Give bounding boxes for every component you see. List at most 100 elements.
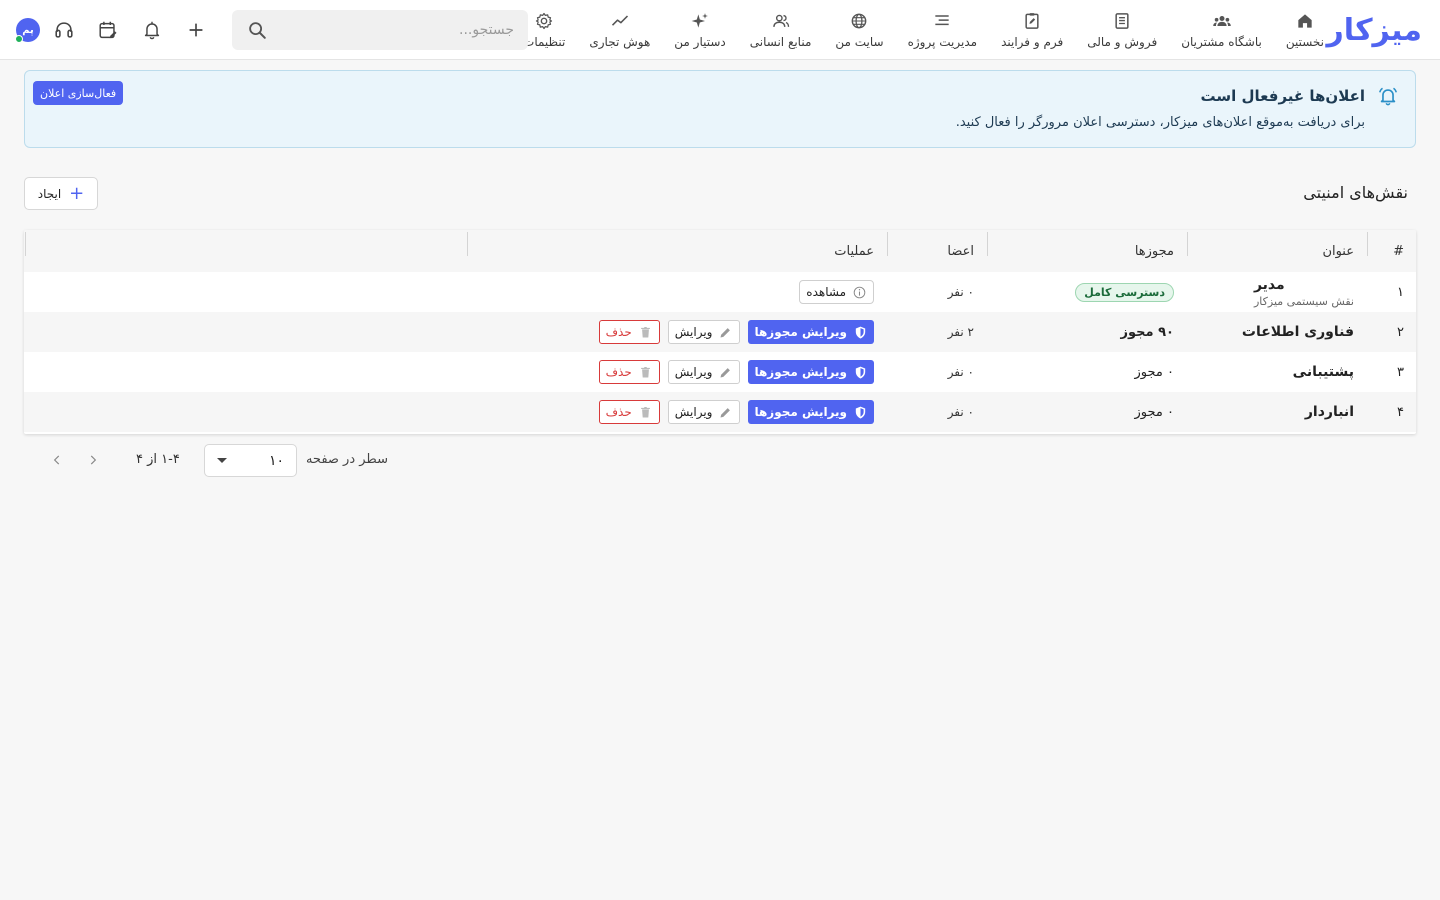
create-button[interactable]: + ایجاد — [24, 177, 98, 210]
trash-icon — [640, 366, 650, 377]
header-members: اعضا — [947, 243, 974, 259]
calendar-button[interactable] — [94, 16, 122, 44]
search-input[interactable] — [278, 22, 514, 38]
nav-label: منابع انسانی — [749, 35, 812, 49]
alert-title: اعلان‌ها غیرفعال است — [1200, 87, 1365, 105]
shield-icon — [855, 366, 866, 378]
ledger-icon — [1115, 13, 1129, 29]
nav-item-bi[interactable]: هوش تجاری — [577, 0, 662, 60]
header-title: عنوان — [1322, 243, 1354, 259]
pencil-icon — [720, 407, 731, 417]
nav-label: فروش و مالی — [1087, 35, 1158, 49]
rows-per-page-select[interactable]: ۱۰ — [204, 444, 297, 477]
rows-per-page-label: سطر در صفحه — [305, 452, 388, 467]
chevron-left-icon — [53, 455, 60, 465]
edit-label: ویرایش — [674, 365, 713, 379]
nav-label: باشگاه مشتریان — [1181, 35, 1262, 49]
notifications-button[interactable] — [138, 16, 166, 44]
search-box[interactable] — [232, 10, 528, 50]
nav-item-assistant[interactable]: دستیار من — [662, 0, 737, 60]
edit-button[interactable]: ویرایش — [667, 400, 741, 424]
row-index: ۱ — [1397, 284, 1404, 300]
table-row: ۲ فناوری اطلاعات ۹۰ مجوز ۲ نفر ویرایش مج… — [24, 312, 1416, 352]
chevron-down-icon — [217, 458, 227, 463]
column-divider — [467, 232, 468, 256]
headset-icon — [55, 22, 73, 38]
add-button[interactable] — [182, 16, 210, 44]
row-operations: ویرایش مجوزها ویرایش حذف — [598, 312, 874, 352]
row-index: ۲ — [1397, 324, 1404, 340]
nav-label: دستیار من — [674, 35, 726, 49]
trash-icon — [640, 326, 650, 337]
shield-icon — [855, 406, 866, 418]
notification-alert: اعلان‌ها غیرفعال است برای دریافت به‌موقع… — [24, 70, 1416, 148]
role-subtitle: نقش سیستمی میزکار — [1253, 294, 1354, 308]
trash-icon — [640, 406, 650, 417]
chevron-right-icon — [90, 455, 97, 465]
nav-item-projects[interactable]: مدیریت پروژه — [896, 0, 989, 60]
shield-icon — [855, 326, 866, 338]
globe-icon — [852, 13, 867, 29]
nav-item-hr[interactable]: منابع انسانی — [738, 0, 824, 60]
row-members: ۲ نفر — [947, 325, 974, 339]
plus-icon: + — [69, 182, 85, 204]
column-divider — [987, 232, 988, 256]
delete-button[interactable]: حذف — [598, 320, 660, 344]
header-operations: عملیات — [834, 243, 874, 259]
gear-icon — [536, 12, 553, 30]
delete-button[interactable]: حذف — [598, 360, 660, 384]
row-members: ۰ نفر — [947, 285, 974, 299]
prev-page-button[interactable] — [83, 450, 103, 470]
plus-icon — [189, 23, 203, 37]
column-divider — [1367, 232, 1368, 256]
create-label: ایجاد — [37, 186, 62, 201]
table-row: ۳ پشتیبانی ۰ مجوز ۰ نفر ویرایش مجوزها وی… — [24, 352, 1416, 392]
bell-ringing-icon — [1379, 87, 1397, 106]
role-name: پشتیبانی — [1292, 364, 1354, 380]
nav-item-forms[interactable]: فرم و فرایند — [989, 0, 1075, 60]
delete-button[interactable]: حذف — [598, 400, 660, 424]
edit-permissions-button[interactable]: ویرایش مجوزها — [748, 400, 874, 424]
bell-icon — [144, 21, 160, 40]
nav-item-site[interactable]: سایت من — [823, 0, 895, 60]
role-name: انباردار — [1304, 404, 1354, 420]
edit-permissions-button[interactable]: ویرایش مجوزها — [748, 360, 874, 384]
nav-label: هوش تجاری — [589, 35, 651, 49]
avatar-initials: پم — [22, 24, 34, 36]
row-permissions: ۹۰ مجوز — [1120, 324, 1174, 340]
row-operations: مشاهده — [799, 272, 874, 312]
user-avatar[interactable]: پم — [15, 18, 40, 43]
next-page-button[interactable] — [47, 450, 67, 470]
app-logo[interactable]: میزکار — [1327, 10, 1423, 50]
row-members: ۰ نفر — [947, 365, 974, 379]
row-index: ۴ — [1397, 404, 1404, 420]
sparkle-icon — [691, 13, 708, 28]
alert-text: برای دریافت به‌موقع اعلان‌های میزکار، دس… — [955, 115, 1365, 130]
nav-item-home[interactable]: نخستین — [1274, 0, 1336, 60]
row-index: ۳ — [1397, 364, 1404, 380]
table-row: ۴ انباردار ۰ مجوز ۰ نفر ویرایش مجوزها وی… — [24, 392, 1416, 432]
delete-label: حذف — [605, 405, 632, 419]
edit-permissions-label: ویرایش مجوزها — [754, 405, 847, 419]
edit-label: ویرایش — [674, 405, 713, 419]
home-icon — [1298, 14, 1312, 28]
roles-table: # عنوان مجوزها اعضا عملیات ۱ مدیر نقش سی… — [24, 230, 1416, 434]
calendar-edit-icon — [99, 21, 117, 39]
view-label: مشاهده — [806, 285, 846, 299]
nav-label: مدیریت پروژه — [907, 35, 978, 49]
nav-item-customers[interactable]: باشگاه مشتریان — [1169, 0, 1274, 60]
support-button[interactable] — [50, 16, 78, 44]
row-operations: ویرایش مجوزها ویرایش حذف — [598, 352, 874, 392]
nav-label: سایت من — [835, 35, 884, 49]
nav-item-sales[interactable]: فروش و مالی — [1075, 0, 1169, 60]
row-permissions: دسترسی کامل — [1075, 272, 1174, 312]
edit-button[interactable]: ویرایش — [667, 360, 741, 384]
view-button[interactable]: مشاهده — [799, 280, 874, 304]
role-name: فناوری اطلاعات — [1241, 324, 1354, 340]
enable-notifications-button[interactable]: فعال‌سازی اعلان — [33, 81, 124, 105]
delete-label: حذف — [605, 365, 632, 379]
main-nav: نخستین باشگاه مشتریان فروش و مالی فرم و … — [511, 0, 1336, 60]
edit-button[interactable]: ویرایش — [667, 320, 741, 344]
edit-permissions-button[interactable]: ویرایش مجوزها — [748, 320, 874, 344]
column-divider — [1187, 232, 1188, 256]
